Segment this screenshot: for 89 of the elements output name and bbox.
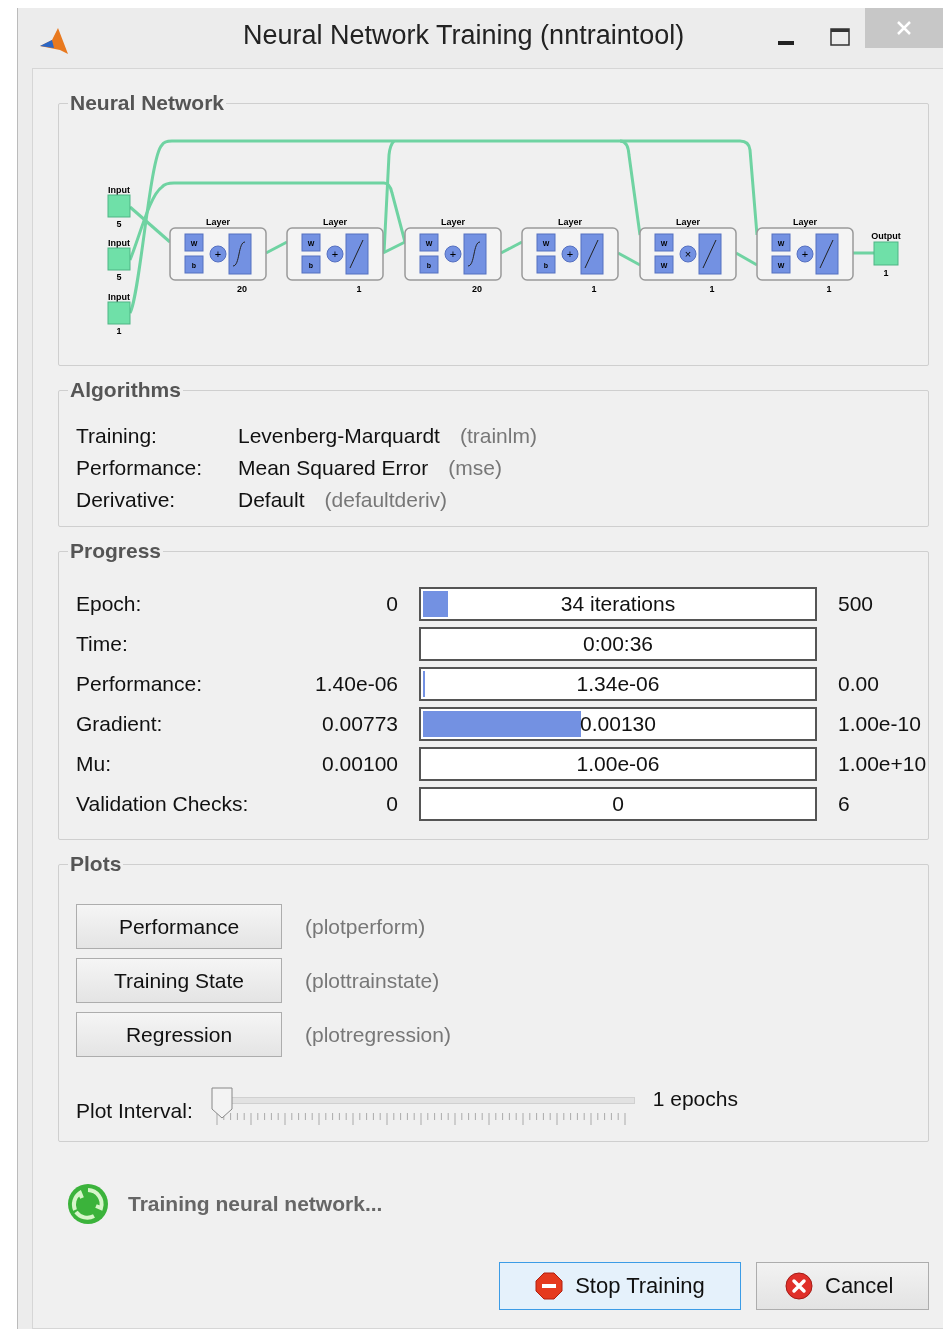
function-name: (plotregression) [305, 1022, 451, 1047]
plot-button[interactable]: Training State [76, 958, 282, 1003]
plot-button[interactable]: Performance [76, 904, 282, 949]
output-size: 1 [883, 268, 889, 278]
section-title: Neural Network [69, 91, 226, 115]
cancel-icon [785, 1272, 813, 1300]
operator-node: + [444, 245, 462, 263]
operator-node: × [679, 245, 697, 263]
target-value: 1.00e-10 [838, 712, 922, 736]
start-value: 0.00100 [321, 752, 398, 776]
input-size: 5 [116, 272, 122, 282]
slider-reading: 1 epochs [652, 1087, 738, 1111]
transfer-function [698, 233, 722, 275]
layer-size: 1 [356, 284, 362, 294]
operator-node: + [561, 245, 579, 263]
status-text: Training neural network... [128, 1192, 383, 1216]
layer-label: Layer [558, 217, 582, 227]
algorithm-label: Derivative: [76, 488, 177, 512]
layer-size: 1 [826, 284, 832, 294]
cancel-button[interactable]: Cancel [756, 1262, 929, 1310]
algorithm-value: Levenberg-Marquardt [238, 424, 440, 448]
maximize-icon[interactable] [830, 28, 850, 46]
algorithm-value: Default [238, 488, 305, 512]
input-node [107, 247, 131, 271]
section-title: Algorithms [69, 378, 182, 402]
progress-label: Epoch: [76, 592, 143, 616]
layer-size: 20 [237, 284, 247, 294]
input-size: 1 [116, 326, 122, 336]
recycle-icon [66, 1182, 110, 1226]
target-value: 0.00 [838, 672, 880, 696]
layer-size: 1 [709, 284, 715, 294]
algorithm-label: Performance: [76, 456, 204, 480]
close-icon[interactable] [865, 8, 943, 48]
stop-button[interactable]: Stop Training [499, 1262, 741, 1310]
function-name: (trainlm) [459, 424, 537, 448]
transfer-function [463, 233, 487, 275]
stop-icon [535, 1272, 564, 1300]
layer-label: Layer [676, 217, 700, 227]
target-value: 6 [838, 792, 851, 816]
layer-label: Layer [206, 217, 230, 227]
start-value: 0.00773 [321, 712, 398, 736]
input-label: Input [108, 238, 130, 248]
progress-label: Performance: [76, 672, 204, 696]
layer-label: Layer [793, 217, 817, 227]
input-label: Input [108, 185, 130, 195]
operator-node: + [796, 245, 814, 263]
window-title: Neural Network Training (nntraintool) [243, 20, 685, 51]
layer-label: Layer [323, 217, 347, 227]
layer-size: 1 [591, 284, 597, 294]
connection-line [853, 251, 874, 255]
algorithm-label: Training: [76, 424, 158, 448]
function-name: (defaultderiv) [324, 488, 448, 512]
interval-slider[interactable] [210, 1087, 635, 1127]
progress-value: 0.00130 [580, 712, 656, 736]
function-name: (plotperform) [305, 914, 426, 939]
start-value: 0 [385, 792, 398, 816]
transfer-function [345, 233, 369, 275]
transfer-function [815, 233, 839, 275]
section-title: Progress [69, 539, 163, 563]
slider-label: Plot Interval: [76, 1099, 193, 1123]
progress-label: Time: [76, 632, 129, 656]
progress-label: Gradient: [76, 712, 164, 736]
target-value: 1.00e+10 [838, 752, 928, 776]
progress-value: 1.34e-06 [576, 672, 660, 696]
progress-value: 34 iterations [560, 592, 676, 616]
progress-label: Validation Checks: [76, 792, 250, 816]
operator-node: + [209, 245, 227, 263]
output-label: Output [871, 231, 901, 241]
transfer-function [580, 233, 604, 275]
section-title: Plots [69, 852, 123, 876]
target-value: 500 [838, 592, 875, 616]
plot-button[interactable]: Regression [76, 1012, 282, 1057]
layer-label: Layer [441, 217, 465, 227]
algorithm-value: Mean Squared Error [238, 456, 429, 480]
start-value: 0 [385, 592, 398, 616]
layer-size: 20 [472, 284, 482, 294]
input-node [107, 301, 131, 325]
output-node [873, 241, 899, 266]
input-node [107, 194, 131, 218]
input-label: Input [108, 292, 130, 302]
input-size: 5 [116, 219, 122, 229]
function-name: (mse) [448, 456, 502, 480]
minimize-icon[interactable] [778, 41, 794, 45]
function-name: (plottrainstate) [305, 968, 440, 993]
operator-node: + [326, 245, 344, 263]
transfer-function [228, 233, 252, 275]
slider-thumb[interactable] [210, 1087, 233, 1119]
start-value: 1.40e-06 [314, 672, 398, 696]
progress-label: Mu: [76, 752, 112, 776]
